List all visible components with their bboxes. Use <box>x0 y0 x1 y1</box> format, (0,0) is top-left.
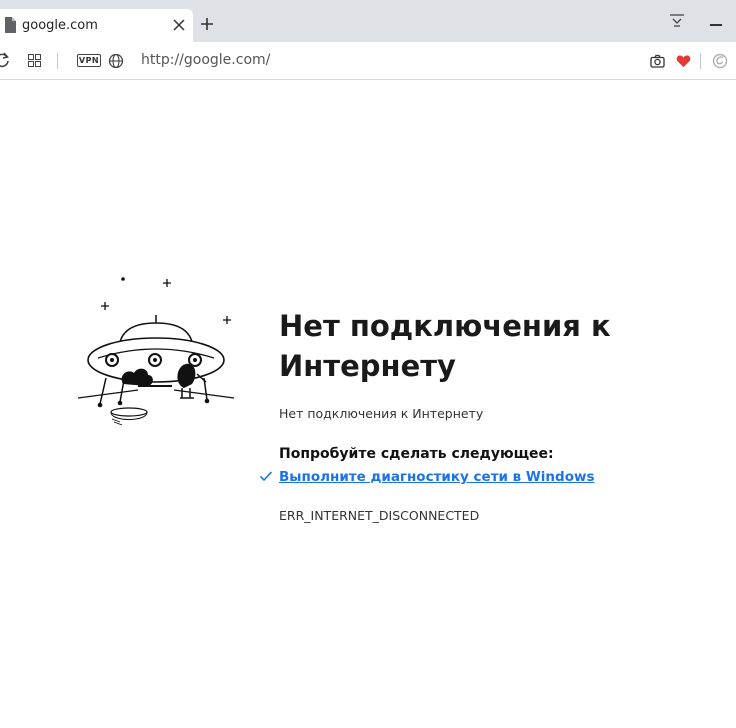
globe-icon[interactable] <box>108 53 124 69</box>
suggestions-heading: Попробуйте сделать следующее: <box>279 446 554 462</box>
checkmark-icon <box>259 471 273 482</box>
tab-title: google.com <box>22 18 98 33</box>
tab-menu-icon[interactable] <box>669 13 685 29</box>
address-toolbar: VPN http://google.com/ <box>0 42 736 80</box>
ufo-illustration <box>77 277 235 426</box>
error-title: Нет подключения к Интернету <box>279 309 611 383</box>
address-bar[interactable]: http://google.com/ <box>141 52 270 68</box>
heart-icon[interactable] <box>676 54 691 68</box>
close-icon[interactable] <box>171 17 187 33</box>
vpn-badge[interactable]: VPN <box>77 54 101 67</box>
toolbar-separator <box>57 53 58 69</box>
toolbar-separator <box>700 53 701 69</box>
camera-icon[interactable] <box>650 54 665 68</box>
minimize-icon[interactable] <box>710 24 722 26</box>
aria-icon[interactable] <box>712 53 728 69</box>
plus-icon[interactable] <box>199 16 215 32</box>
tab-google[interactable]: google.com <box>0 9 193 42</box>
tab-strip: google.com <box>0 0 736 42</box>
reload-icon[interactable] <box>0 52 10 68</box>
error-code: ERR_INTERNET_DISCONNECTED <box>279 508 480 523</box>
speed-dial-icon[interactable] <box>28 54 41 67</box>
file-icon <box>5 17 16 33</box>
network-diagnostics-link[interactable]: Выполните диагностику сети в Windows <box>279 469 595 485</box>
error-subtitle: Нет подключения к Интернету <box>279 406 484 421</box>
